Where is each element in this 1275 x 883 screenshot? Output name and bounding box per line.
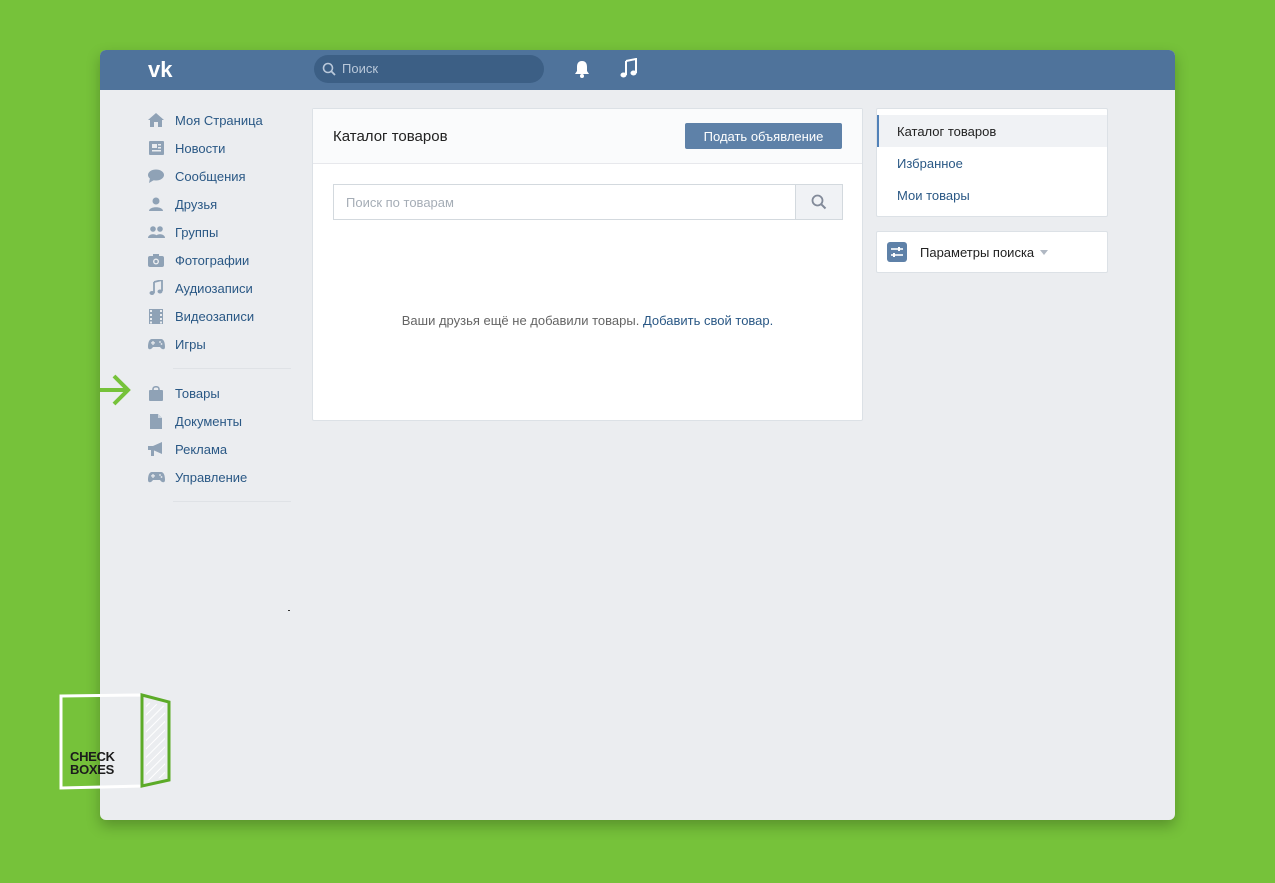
sidebar-item-label: Фотографии (175, 252, 250, 268)
add-own-goods-link[interactable]: Добавить свой товар. (643, 313, 773, 328)
top-bar: vk Поиск (100, 50, 1175, 90)
sliders-icon (887, 242, 907, 262)
sidebar-item-label: Моя Страница (175, 112, 263, 128)
sidebar-item-label: Документы (175, 413, 243, 429)
sidebar-divider (173, 501, 291, 502)
search-placeholder: Поиск (342, 61, 379, 76)
sidebar-divider (173, 368, 291, 369)
global-search-input[interactable]: Поиск (314, 55, 544, 83)
sidebar-item-label: Сообщения (175, 168, 246, 184)
home-icon (147, 111, 165, 129)
checkboxes-logo (59, 693, 171, 790)
sidebar-item-label: Управление (175, 469, 248, 485)
goods-search-input[interactable] (333, 184, 796, 220)
sidebar-item-messages[interactable]: Сообщения (145, 162, 295, 190)
sidebar-item-goods[interactable]: Товары (145, 379, 295, 407)
search-params-button[interactable]: Параметры поиска (876, 231, 1108, 273)
bell-icon[interactable] (572, 59, 592, 79)
search-icon (811, 194, 827, 210)
menu-item-favorites[interactable]: Избранное (877, 147, 1107, 179)
chevron-down-icon (1040, 249, 1049, 255)
empty-state-text: Ваши друзья ещё не добавили товары. (401, 313, 640, 328)
people-icon (147, 223, 165, 241)
sidebar-item-documents[interactable]: Документы (145, 407, 295, 435)
logo-line-2: BOXES (70, 762, 115, 777)
sidebar-item-photos[interactable]: Фотографии (145, 246, 295, 274)
sidebar-item-label: Новости (175, 140, 226, 156)
film-icon (147, 307, 165, 325)
sidebar-item-friends[interactable]: Друзья (145, 190, 295, 218)
document-icon (147, 412, 165, 430)
sidebar-item-label: Друзья (175, 196, 218, 212)
goods-search-button[interactable] (795, 184, 843, 220)
sidebar-item-video[interactable]: Видеозаписи (145, 302, 295, 330)
sidebar-item-groups[interactable]: Группы (145, 218, 295, 246)
sidebar-item-label: Товары (175, 385, 220, 401)
gamepad-icon (147, 335, 165, 353)
goods-catalog-card: Каталог товаров Подать объявление Ваши д… (312, 108, 863, 421)
sidebar-item-management[interactable]: Управление (145, 463, 295, 491)
page-title: Каталог товаров (333, 128, 448, 145)
menu-item-catalog[interactable]: Каталог товаров (877, 115, 1107, 147)
empty-state: Ваши друзья ещё не добавили товары. Доба… (313, 313, 862, 328)
vk-window: vk Поиск Моя Страница Новости Сообщения … (100, 50, 1175, 820)
sidebar-item-news[interactable]: Новости (145, 134, 295, 162)
sidebar-nav: Моя Страница Новости Сообщения Друзья Гр… (145, 106, 295, 512)
card-header: Каталог товаров Подать объявление (313, 109, 862, 164)
news-icon (147, 139, 165, 157)
sidebar-item-label: Аудиозаписи (175, 280, 253, 296)
person-icon (147, 195, 165, 213)
megaphone-icon (147, 440, 165, 458)
menu-item-my-goods[interactable]: Мои товары (877, 179, 1107, 211)
goods-menu: Каталог товаров Избранное Мои товары (876, 108, 1108, 217)
goods-search (333, 184, 843, 220)
music-note-icon (147, 279, 165, 297)
bag-icon (147, 384, 165, 402)
gamepad-icon (147, 468, 165, 486)
sidebar-item-label: Видеозаписи (175, 308, 255, 324)
sidebar-item-label: Реклама (175, 441, 228, 457)
post-ad-button[interactable]: Подать объявление (685, 123, 842, 149)
svg-text:vk: vk (148, 57, 173, 81)
sidebar-item-my-page[interactable]: Моя Страница (145, 106, 295, 134)
sidebar-item-ads[interactable]: Реклама (145, 435, 295, 463)
vk-logo[interactable]: vk (148, 57, 184, 81)
search-params-label: Параметры поиска (920, 244, 1035, 260)
speck (288, 610, 290, 611)
search-icon (322, 62, 336, 76)
arrow-right-icon (100, 374, 131, 406)
music-note-icon[interactable] (619, 58, 639, 80)
sidebar-item-audio[interactable]: Аудиозаписи (145, 274, 295, 302)
camera-icon (147, 251, 165, 269)
sidebar-item-label: Группы (175, 224, 219, 240)
sidebar-item-label: Игры (175, 336, 206, 352)
checkboxes-logo-text: CHECK BOXES (70, 750, 115, 776)
sidebar-item-games[interactable]: Игры (145, 330, 295, 358)
chat-icon (147, 167, 165, 185)
